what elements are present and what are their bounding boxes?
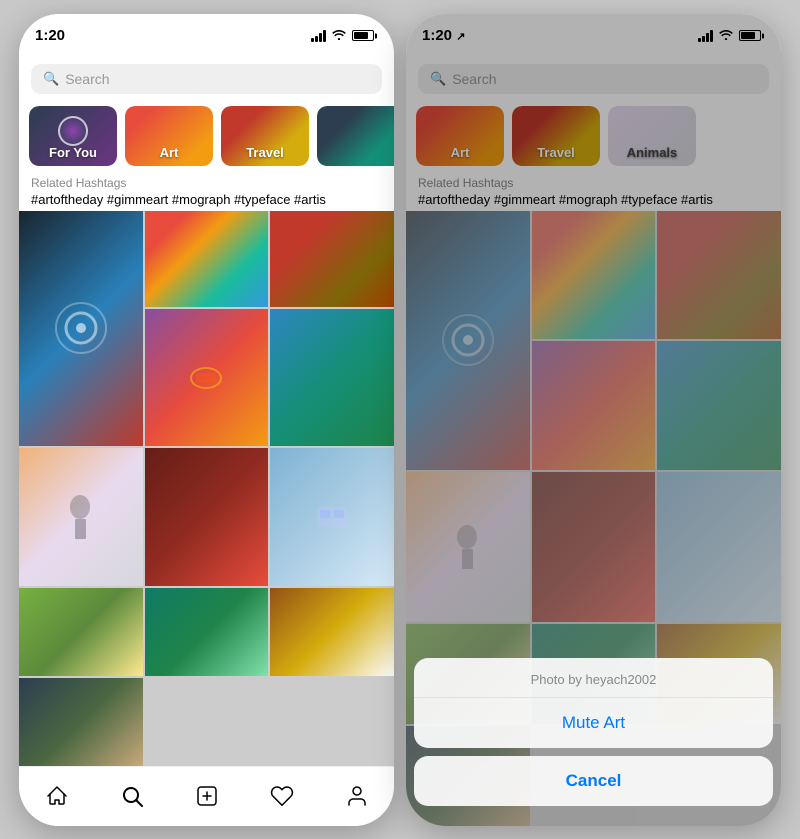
left-phone: 1:20 🔍 Search <box>19 14 394 826</box>
photo-cell-7[interactable] <box>145 448 269 586</box>
nav-profile[interactable] <box>335 774 379 818</box>
action-sheet-cancel-group: Cancel <box>414 756 773 806</box>
action-sheet-title: Photo by heyach2002 <box>414 658 773 698</box>
categories-left: For You Art Travel <box>19 100 394 172</box>
avatar-for-you <box>58 116 88 146</box>
nav-search[interactable] <box>110 774 154 818</box>
photo-cell-9[interactable] <box>19 588 143 676</box>
chip-label-for-you: For You <box>29 145 117 160</box>
search-icon-left: 🔍 <box>43 71 59 87</box>
status-icons-left <box>311 28 374 43</box>
photo-cell-12[interactable] <box>19 678 143 766</box>
chip-label-art-left: Art <box>125 145 213 160</box>
mute-art-button[interactable]: Mute Art <box>414 698 773 748</box>
chip-travel-left[interactable]: Travel <box>221 106 309 166</box>
nav-heart[interactable] <box>260 774 304 818</box>
bottom-nav-left <box>19 766 394 826</box>
photo-cell-1[interactable] <box>19 211 143 447</box>
hashtags-label-left: Related Hashtags <box>31 176 382 190</box>
chip-for-you[interactable]: For You <box>29 106 117 166</box>
photo-cell-8[interactable] <box>270 448 394 586</box>
battery-icon <box>352 30 374 41</box>
photo-cell-11[interactable] <box>270 588 394 676</box>
status-time-left: 1:20 <box>35 27 65 44</box>
photo-cell-6[interactable] <box>19 448 143 586</box>
cancel-button[interactable]: Cancel <box>414 756 773 806</box>
search-placeholder-left: Search <box>65 71 109 87</box>
photo-cell-3[interactable] <box>270 211 394 308</box>
status-bar-left: 1:20 <box>19 14 394 58</box>
search-bar-left[interactable]: 🔍 Search <box>19 58 394 100</box>
photo-grid-left <box>19 211 394 766</box>
hashtags-section-left: Related Hashtags #artoftheday #gimmeart … <box>19 172 394 211</box>
action-sheet-overlay: Photo by heyach2002 Mute Art Cancel <box>406 14 781 826</box>
chip-extra-left[interactable] <box>317 106 394 166</box>
photo-cell-5[interactable] <box>270 309 394 446</box>
chip-label-travel-left: Travel <box>221 145 309 160</box>
right-phone: 1:20 ↗ 🔍 Search <box>406 14 781 826</box>
signal-icon <box>311 30 326 42</box>
wifi-icon <box>331 28 347 43</box>
nav-add[interactable] <box>185 774 229 818</box>
nav-home[interactable] <box>35 774 79 818</box>
action-sheet-options: Photo by heyach2002 Mute Art <box>414 658 773 748</box>
chip-art-left[interactable]: Art <box>125 106 213 166</box>
photo-cell-2[interactable] <box>145 211 269 308</box>
hashtags-text-left: #artoftheday #gimmeart #mograph #typefac… <box>31 192 382 207</box>
action-sheet: Photo by heyach2002 Mute Art Cancel <box>406 658 781 826</box>
photo-cell-4[interactable] <box>145 309 269 446</box>
photo-cell-10[interactable] <box>145 588 269 676</box>
